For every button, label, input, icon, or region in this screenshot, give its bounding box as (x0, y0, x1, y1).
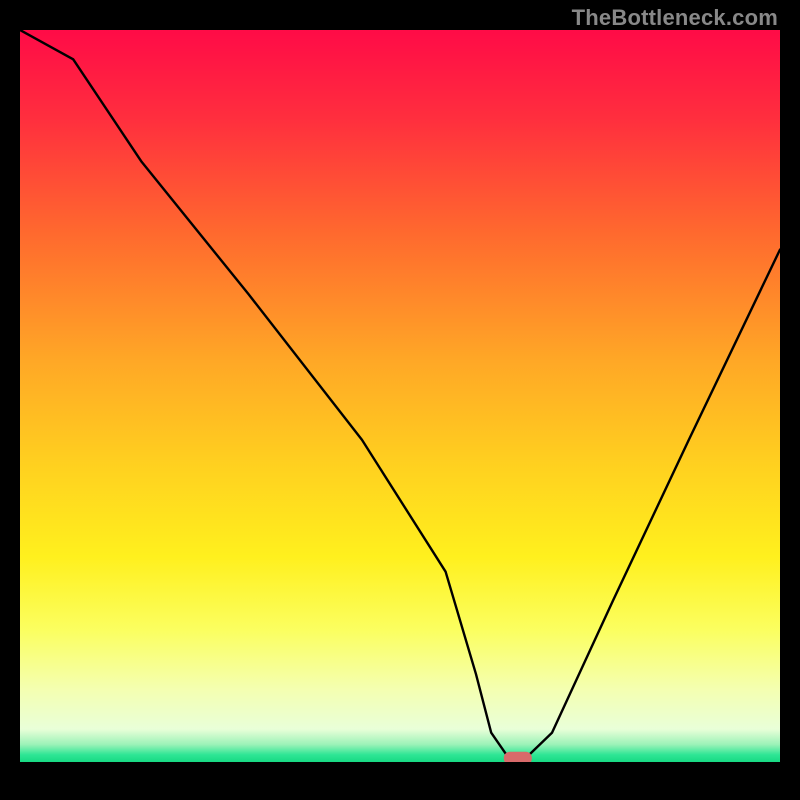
watermark-text: TheBottleneck.com (572, 5, 778, 31)
bottleneck-chart (20, 30, 780, 762)
optimal-marker (504, 752, 532, 762)
chart-background (20, 30, 780, 762)
chart-frame (20, 30, 780, 762)
